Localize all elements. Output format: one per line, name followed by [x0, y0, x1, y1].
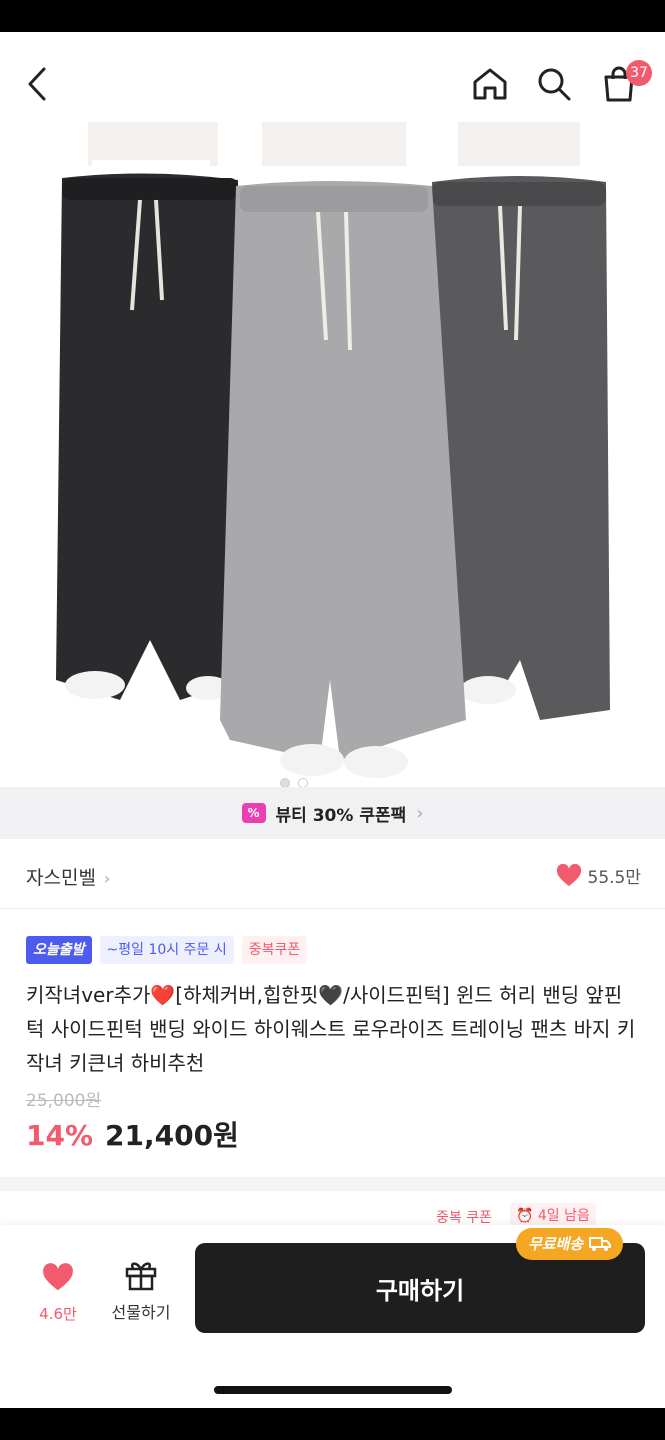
home-icon: [473, 68, 507, 100]
product-detail-screen: 37 % 뷰티 30% 쿠폰팩 › 자스민벨 › 55.5만 오늘출발 ~평일 …: [0, 32, 665, 1408]
brand-likes[interactable]: 55.5만: [556, 863, 642, 888]
heart-icon: [556, 863, 581, 886]
today-ship-badge: 오늘출발: [26, 936, 92, 964]
days-left-label: 4일 남음: [537, 1208, 590, 1224]
product-tags: 오늘출발 ~평일 10시 주문 시 중복쿠폰: [26, 936, 308, 964]
product-title: 키작녀ver추가❤️[하체커버,힙한핏🖤/사이드핀턱] 윈드 허리 밴딩 앞핀턱…: [26, 983, 636, 1075]
gift-button[interactable]: 선물하기: [106, 1259, 176, 1323]
wishlist-count: 4.6만: [39, 1305, 77, 1323]
chevron-right-icon: ›: [416, 802, 424, 824]
dup-coupon-badge: 중복쿠폰: [241, 936, 308, 964]
gift-icon: [125, 1262, 157, 1291]
product-image[interactable]: [0, 120, 665, 788]
original-price: 25,000원: [26, 1091, 102, 1111]
search-icon: [538, 68, 571, 101]
cart-count-badge: 37: [626, 60, 652, 86]
brand-likes-count: 55.5만: [587, 868, 642, 888]
heart-icon: [43, 1263, 73, 1291]
back-button[interactable]: [16, 62, 60, 106]
peek-coupon-label: 중복 쿠폰: [436, 1210, 492, 1226]
sale-price: 21,400원: [105, 1119, 239, 1152]
pants-illustration: [56, 122, 610, 778]
price-row: 14% 21,400원: [26, 1114, 239, 1154]
free-shipping-label: 무료배송: [528, 1235, 584, 1253]
search-button[interactable]: [532, 62, 576, 106]
top-nav: 37: [0, 32, 665, 132]
brand-link[interactable]: 자스민벨 ›: [26, 863, 110, 890]
truck-icon: [589, 1237, 612, 1251]
back-chevron-icon: [28, 67, 46, 101]
coupon-pack-label: 뷰티 30% 쿠폰팩: [275, 805, 407, 826]
discount-rate: 14%: [26, 1119, 94, 1152]
ship-time-badge: ~평일 10시 주문 시: [99, 936, 234, 964]
free-shipping-badge: 무료배송: [516, 1228, 624, 1260]
home-indicator[interactable]: [214, 1386, 452, 1394]
brand-name: 자스민벨: [26, 867, 96, 889]
wishlist-button[interactable]: 4.6만: [28, 1263, 88, 1324]
coupon-pack-banner[interactable]: % 뷰티 30% 쿠폰팩 ›: [0, 787, 665, 839]
section-divider: [0, 1177, 665, 1191]
brand-row: 자스민벨 › 55.5만: [0, 839, 665, 909]
home-button[interactable]: [468, 62, 512, 106]
chevron-right-icon: ›: [103, 869, 111, 888]
bottom-action-bar: 4.6만 선물하기 구매하기 무료배송: [0, 1225, 665, 1408]
gift-label: 선물하기: [111, 1303, 171, 1322]
coupon-icon: %: [241, 803, 266, 823]
